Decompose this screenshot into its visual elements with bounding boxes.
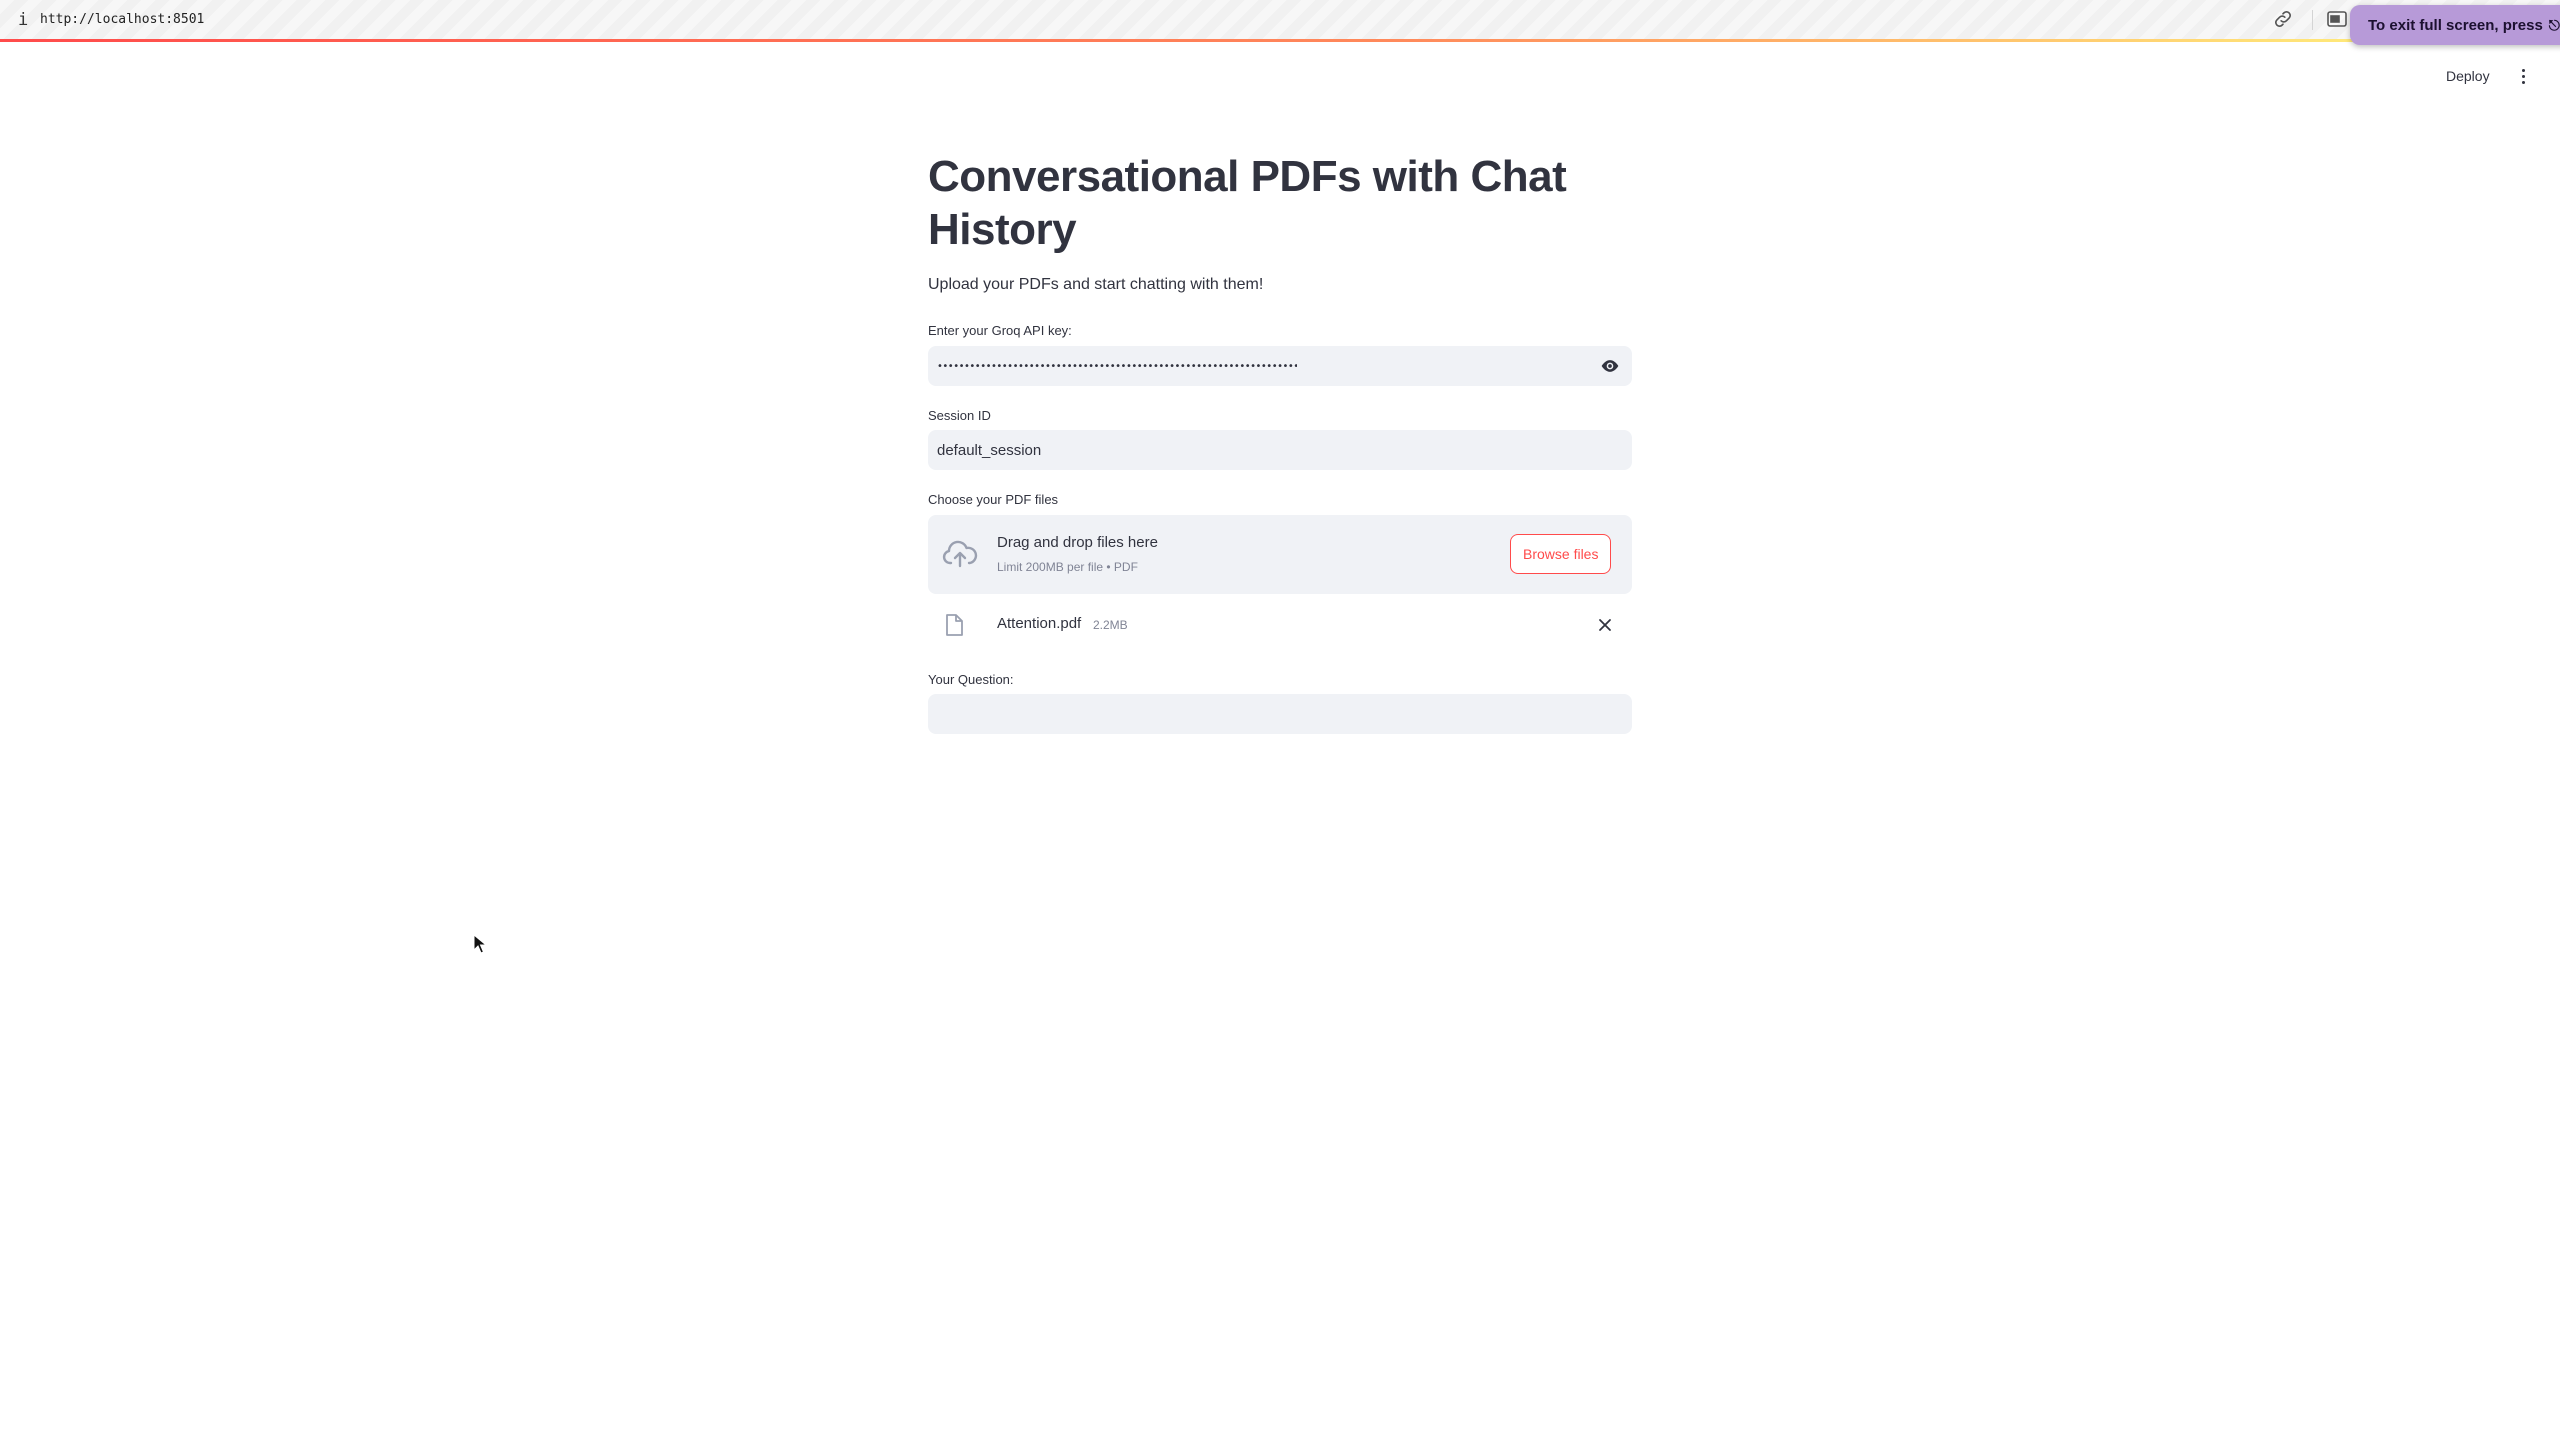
deploy-button[interactable]: Deploy <box>2436 64 2500 88</box>
link-icon[interactable] <box>2272 8 2294 30</box>
picture-in-picture-icon[interactable] <box>2327 10 2347 28</box>
uploaded-file-item: Attention.pdf 2.2MB <box>928 607 1632 643</box>
exit-fullscreen-toast: To exit full screen, press ⎋. <box>2350 5 2560 45</box>
toolbar-divider <box>2312 10 2313 30</box>
dropzone-limit-text: Limit 200MB per file • PDF <box>997 560 1138 574</box>
api-key-input[interactable]: ••••••••••••••••••••••••••••••••••••••••… <box>928 346 1632 386</box>
file-icon <box>946 614 963 636</box>
uploaded-file-name: Attention.pdf <box>997 615 1082 632</box>
browse-files-button[interactable]: Browse files <box>1510 534 1612 574</box>
dropzone-instructions: Drag and drop files here <box>997 534 1158 551</box>
browser-url-bar: i http://localhost:8501 <box>0 0 2560 39</box>
header-decoration <box>0 39 2560 42</box>
api-key-label: Enter your Groq API key: <box>928 323 1072 338</box>
toast-text: To exit full screen, press <box>2368 16 2543 34</box>
cloud-upload-icon <box>942 540 978 568</box>
mouse-cursor-icon <box>473 934 487 954</box>
pdf-uploader-label: Choose your PDF files <box>928 492 1059 507</box>
url-text[interactable]: http://localhost:8501 <box>40 12 204 27</box>
api-key-masked-value: ••••••••••••••••••••••••••••••••••••••••… <box>937 360 1297 372</box>
session-id-input[interactable]: default_session <box>928 430 1632 470</box>
page-subtitle: Upload your PDFs and start chatting with… <box>928 276 1264 293</box>
main-content: Conversational PDFs with Chat History Up… <box>928 150 1632 734</box>
info-icon[interactable]: i <box>18 10 28 30</box>
page-title: Conversational PDFs with Chat History <box>928 152 1567 254</box>
main-menu-icon[interactable] <box>2512 64 2534 88</box>
show-password-eye-icon[interactable] <box>1600 356 1620 376</box>
file-dropzone[interactable]: Drag and drop files here Limit 200MB per… <box>928 515 1632 594</box>
question-label: Your Question: <box>928 672 1014 687</box>
escape-key-icon: ⎋. <box>2548 16 2560 33</box>
uploaded-file-size: 2.2MB <box>1093 618 1128 632</box>
remove-file-close-icon[interactable] <box>1596 616 1614 634</box>
session-id-label: Session ID <box>928 408 991 423</box>
question-input[interactable] <box>928 694 1632 734</box>
